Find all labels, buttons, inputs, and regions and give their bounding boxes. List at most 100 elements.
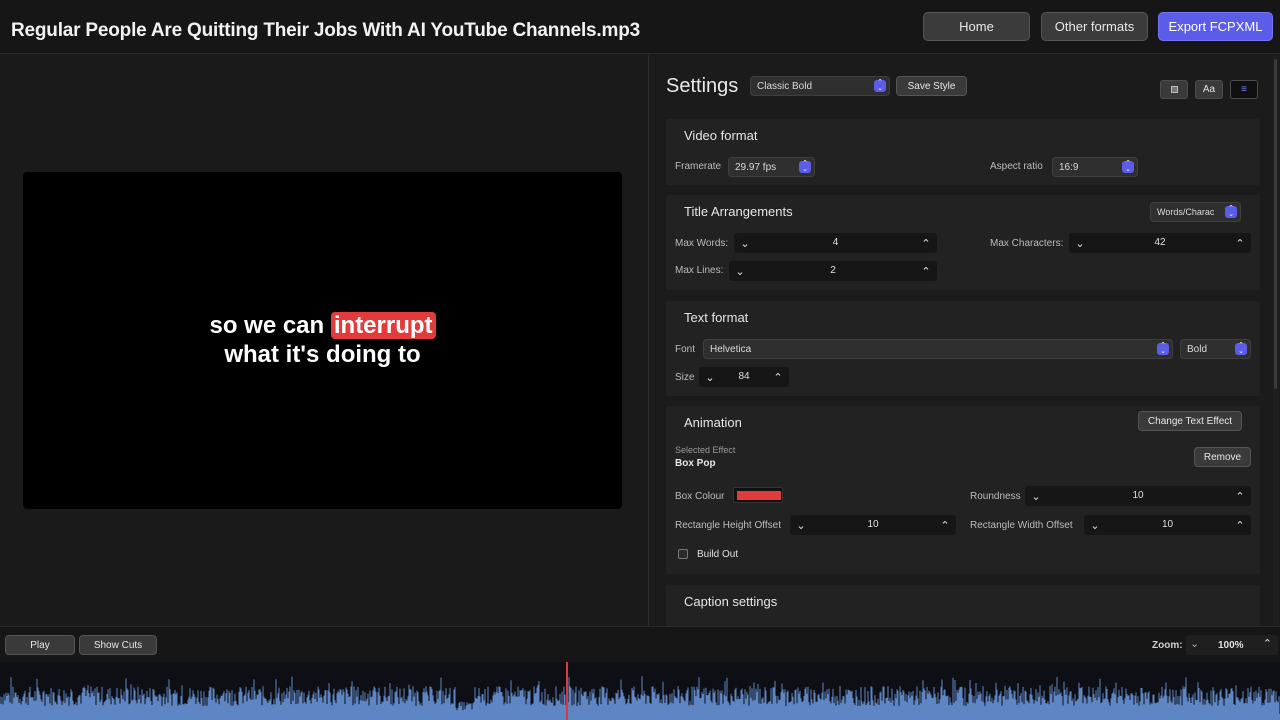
preview-pane: so we can interrupt what it's doing to [0,55,649,626]
caption-line-2: what it's doing to [224,341,421,368]
chevron-up-icon[interactable]: ⌃ [1263,637,1272,650]
framerate-label: Framerate [675,161,722,172]
zoom-value: 100% [1218,640,1244,651]
scrollbar-thumb[interactable] [1274,59,1277,389]
video-format-section: Video format Framerate 29.97 fps ⌃ ⌄ Aspe… [666,119,1260,185]
font-value: Helvetica [710,343,752,355]
chevron-down-icon[interactable]: ⌄ [1190,637,1199,650]
playhead[interactable] [566,662,568,720]
aspect-ratio-select[interactable]: 16:9 ⌃ ⌄ [1052,157,1138,177]
max-characters-stepper[interactable]: ⌄ 42 ⌃ [1069,233,1251,253]
animation-section: Animation Change Text Effect Selected Ef… [666,406,1260,574]
settings-panel: Settings Classic Bold ⌃ ⌄ Save Style Aa ≡… [650,55,1280,626]
max-words-label: Max Words: [675,238,729,249]
other-formats-button[interactable]: Other formats [1041,12,1148,41]
box-colour-swatch[interactable] [733,487,783,503]
save-style-button[interactable]: Save Style [896,76,967,96]
build-out-label: Build Out [697,549,739,560]
zoom-stepper[interactable]: ⌄ 100% ⌃ [1186,635,1278,655]
style-select-value: Classic Bold [757,80,813,92]
settings-scrollbar[interactable] [1273,55,1279,626]
selected-effect-value: Box Pop [675,458,716,469]
chevron-up-icon[interactable]: ⌃ [769,368,787,386]
text-format-section: Text format Font Helvetica ⌃ ⌄ Bold ⌃ ⌄ Si… [666,301,1260,396]
top-header: Regular People Are Quitting Their Jobs W… [0,0,1280,54]
export-fcpxml-button[interactable]: Export FCPXML [1158,12,1273,41]
caption-settings-heading: Caption settings [684,594,778,609]
roundness-label: Roundness [970,491,1021,502]
max-lines-value: 2 [830,265,836,276]
waveform-graphic [0,676,1280,720]
video-preview[interactable]: so we can interrupt what it's doing to [23,172,622,509]
arrangement-mode-select[interactable]: Words/Charac ⌃ ⌄ [1150,202,1241,222]
remove-effect-button[interactable]: Remove [1194,447,1251,467]
home-button[interactable]: Home [923,12,1030,41]
framerate-value: 29.97 fps [735,161,777,173]
select-arrows-icon: ⌃ ⌄ [799,160,811,173]
roundness-stepper[interactable]: ⌄ 10 ⌃ [1025,486,1251,506]
settings-title: Settings [666,75,739,97]
change-text-effect-button[interactable]: Change Text Effect [1138,411,1242,431]
list-view-button[interactable]: ≡ [1230,80,1258,99]
chevron-up-icon[interactable]: ⌃ [936,516,954,534]
select-arrows-icon: ⌃ ⌄ [874,79,886,92]
max-words-stepper[interactable]: ⌄ 4 ⌃ [734,233,937,253]
text-view-button[interactable]: Aa [1195,80,1223,99]
rect-width-offset-label: Rectangle Width Offset [970,520,1073,531]
max-lines-stepper[interactable]: ⌄ 2 ⌃ [729,261,937,281]
title-arrangements-heading: Title Arrangements [684,204,793,219]
max-characters-value: 42 [1154,237,1166,248]
rect-height-offset-stepper[interactable]: ⌄ 10 ⌃ [790,515,956,535]
chevron-up-icon[interactable]: ⌃ [917,234,935,252]
select-arrows-icon: ⌃ ⌄ [1157,342,1169,355]
selected-effect-label: Selected Effect [675,445,736,455]
waveform-base [0,714,1280,720]
font-label: Font [675,344,696,355]
grid-view-button[interactable] [1160,80,1188,99]
max-words-value: 4 [832,237,839,248]
select-arrows-icon: ⌃ ⌄ [1235,342,1247,355]
max-lines-label: Max Lines: [675,265,724,276]
font-select[interactable]: Helvetica ⌃ ⌄ [703,339,1173,359]
style-select[interactable]: Classic Bold ⌃ ⌄ [750,76,890,96]
caption-settings-section: Caption settings [666,585,1260,626]
video-format-heading: Video format [684,128,758,143]
animation-heading: Animation [684,415,742,430]
rect-width-offset-value: 10 [1161,519,1174,530]
aspect-ratio-value: 16:9 [1059,161,1079,173]
text-format-heading: Text format [684,310,749,325]
playback-bar: Play Show Cuts Zoom: ⌄ 100% ⌃ [0,626,1280,662]
font-weight-value: Bold [1187,343,1208,355]
caption-line-1: so we can interrupt [23,312,622,340]
zoom-label: Zoom: [1152,640,1183,651]
framerate-select[interactable]: 29.97 fps ⌃ ⌄ [728,157,815,177]
select-arrows-icon: ⌃ ⌄ [1122,160,1134,173]
audio-waveform[interactable] [0,662,1280,720]
rect-height-offset-value: 10 [867,519,879,530]
font-weight-select[interactable]: Bold ⌃ ⌄ [1180,339,1251,359]
play-button[interactable]: Play [5,635,75,655]
chevron-up-icon[interactable]: ⌃ [1231,516,1249,534]
rect-height-offset-label: Rectangle Height Offset [675,520,781,531]
box-colour-label: Box Colour [675,491,725,502]
size-stepper[interactable]: ⌄ 84 ⌃ [699,367,789,387]
show-cuts-button[interactable]: Show Cuts [79,635,157,655]
box-colour-fill [737,491,781,500]
aspect-ratio-label: Aspect ratio [990,161,1043,172]
chevron-up-icon[interactable]: ⌃ [1231,234,1249,252]
arrangement-mode-value: Words/Charac [1157,207,1215,217]
caption-highlight-word: interrupt [330,312,436,339]
rect-width-offset-stepper[interactable]: ⌄ 10 ⌃ [1084,515,1251,535]
chevron-up-icon[interactable]: ⌃ [917,262,935,280]
title-arrangements-section: Title Arrangements Words/Charac ⌃ ⌄ Max W… [666,195,1260,290]
select-arrows-icon: ⌃ ⌄ [1225,205,1237,218]
roundness-value: 10 [1132,490,1144,501]
caption-text: so we can [209,312,331,339]
build-out-checkbox[interactable] [678,549,688,559]
chevron-up-icon[interactable]: ⌃ [1231,487,1249,505]
max-characters-label: Max Characters: [990,238,1064,249]
square-icon [1170,86,1178,93]
file-title: Regular People Are Quitting Their Jobs W… [11,20,640,41]
waveform-bars [0,676,1280,714]
size-label: Size [675,372,695,383]
